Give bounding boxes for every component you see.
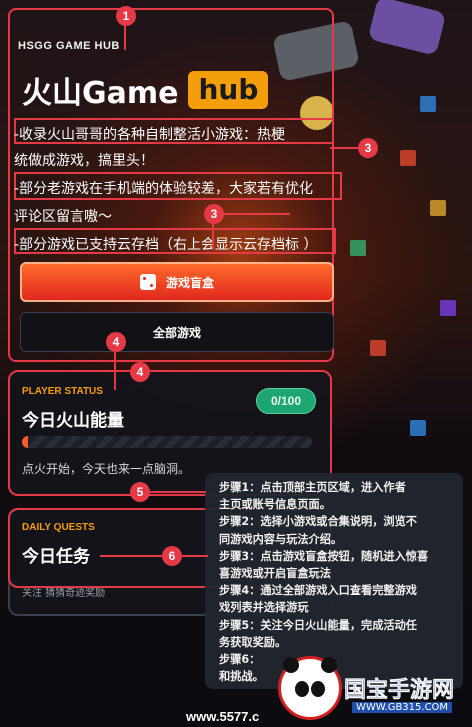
title-badge: hub bbox=[188, 71, 269, 109]
footer-url: www.5577.c bbox=[186, 709, 260, 724]
annotation-badge: 4 bbox=[106, 332, 126, 352]
step-line: 步骤5：关注今日火山能量，完成活动任 bbox=[219, 618, 417, 632]
energy-progress-fill bbox=[22, 436, 28, 448]
status-title: 今日火山能量 bbox=[22, 411, 124, 431]
status-hint: 点火开始，今天也来一点脑洞。 bbox=[22, 462, 191, 476]
step-line: 步骤2：选择小游戏或合集说明，浏览不 bbox=[219, 515, 417, 529]
annotation-badge: 1 bbox=[116, 6, 136, 26]
annotation-arrow bbox=[124, 26, 126, 50]
annotation-badge: 4 bbox=[130, 362, 150, 382]
watermark-url: WWW.GB315.COM bbox=[352, 702, 453, 713]
panda-ear bbox=[321, 657, 337, 673]
energy-counter: 0/100 bbox=[255, 388, 316, 414]
annotation-arrow bbox=[100, 555, 162, 557]
title-main: 火山Game bbox=[22, 76, 179, 111]
description-line: 评论区留言嗷～ bbox=[14, 209, 112, 225]
all-games-label: 全部游戏 bbox=[152, 325, 201, 340]
steps-overlay: 步骤1：点击顶部主页区域，进入作者 主页或账号信息页面。 步骤2：选择小游戏或合… bbox=[205, 473, 463, 689]
description-line: -收录火山哥哥的各种自制整活小游戏：热梗 bbox=[14, 127, 286, 143]
page-title: 火山Game hub bbox=[22, 68, 269, 112]
annotation-badge: 5 bbox=[130, 482, 150, 502]
tile-decor bbox=[400, 150, 416, 166]
dice-icon bbox=[139, 274, 156, 290]
brand-label: HSGG GAME HUB bbox=[18, 40, 120, 52]
tile-decor bbox=[370, 340, 386, 356]
description-line: -部分游戏已支持云存档（右上会显示云存档标 ） bbox=[14, 237, 318, 253]
hero-panel: HSGG GAME HUB 火山Game hub -收录火山哥哥的各种自制整活小… bbox=[8, 8, 342, 362]
annotation-badge: 3 bbox=[358, 138, 378, 158]
all-games-button[interactable]: 全部游戏 bbox=[20, 312, 334, 352]
tile-decor bbox=[420, 96, 436, 112]
description-line: -部分老游戏在手机端的体验较差，大家若有优化 bbox=[14, 181, 314, 197]
annotation-arrow bbox=[150, 491, 206, 493]
step-line: 喜游戏或开启盲盒玩法 bbox=[219, 567, 331, 581]
energy-progress-bar bbox=[22, 436, 312, 448]
panda-eye bbox=[295, 681, 309, 697]
tile-decor bbox=[430, 200, 446, 216]
tile-decor bbox=[410, 420, 426, 436]
step-line: 同游戏内容与玩法介绍。 bbox=[219, 532, 343, 546]
watermark-text: 国宝手游网 bbox=[344, 678, 455, 704]
step-line: 主页或账号信息页面。 bbox=[219, 498, 331, 512]
annotation-badge: 3 bbox=[204, 204, 224, 224]
tile-decor bbox=[440, 300, 456, 316]
panda-ear bbox=[283, 657, 299, 673]
step-line: 步骤4：通过全部游戏入口查看完整游戏 bbox=[219, 584, 417, 598]
step-line: 步骤3：点击游戏盲盒按钮，随机进入惊喜 bbox=[219, 549, 429, 563]
panda-icon bbox=[278, 656, 342, 720]
annotation-arrow bbox=[224, 213, 290, 215]
game-blindbox-button[interactable]: 游戏盲盒 bbox=[20, 262, 334, 302]
annotation-arrow bbox=[182, 555, 208, 557]
annotation-arrow bbox=[212, 224, 214, 250]
step-line: 步骤1：点击顶部主页区域，进入作者 bbox=[219, 481, 406, 494]
annotation-arrow bbox=[114, 352, 116, 390]
annotation-arrow bbox=[330, 147, 358, 149]
panda-eye bbox=[311, 681, 325, 697]
description-line: 统做成游戏，搞里头！ bbox=[14, 153, 154, 169]
annotation-badge: 6 bbox=[162, 546, 182, 566]
step-line: 戏列表并选择游玩 bbox=[219, 601, 309, 615]
tile-decor bbox=[350, 240, 366, 256]
step-line: 务获取奖励。 bbox=[219, 635, 287, 649]
game-blindbox-label: 游戏盲盒 bbox=[165, 275, 214, 290]
status-kicker: PLAYER STATUS bbox=[22, 386, 103, 397]
